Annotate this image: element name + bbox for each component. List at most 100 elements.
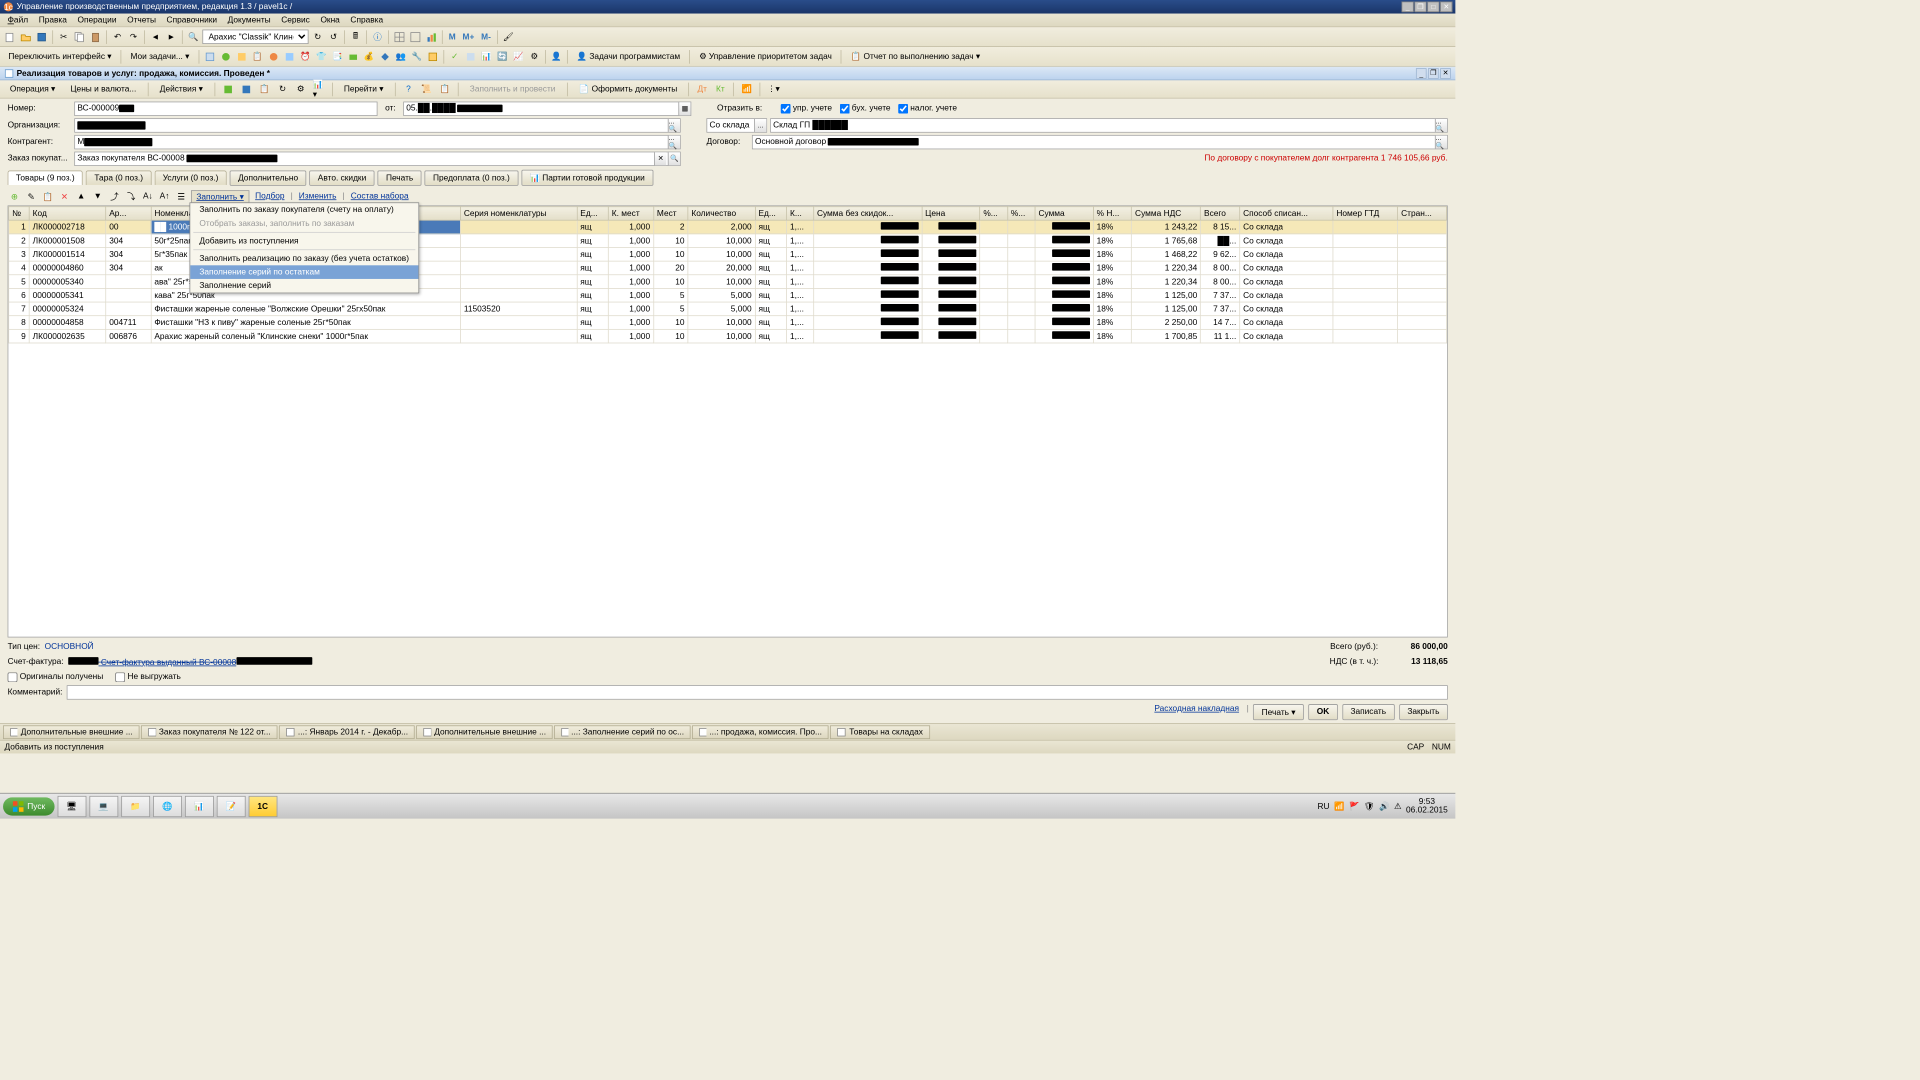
tab-prepay[interactable]: Предоплата (0 поз.) [425,170,518,185]
close-doc-button[interactable]: Закрыть [1399,704,1448,720]
prices-button[interactable]: Цены и валюта... [65,82,142,96]
tb-icon-8[interactable]: 👕 [314,50,328,64]
tb-icon-16[interactable] [464,50,478,64]
table-row[interactable]: 9ЛК000002635006876Арахис жареный соленый… [9,329,1447,343]
buh-checkbox[interactable]: бух. учете [840,103,891,113]
tab-extra[interactable]: Дополнительно [230,170,307,185]
open-doc-tab[interactable]: Заказ покупателя № 122 от... [141,725,277,739]
save-button[interactable]: Записать [1342,704,1394,720]
table-row[interactable]: 800000004858004711Фисташки "НЗ к пиву" ж… [9,316,1447,330]
tab-batch[interactable]: 📊 Партии готовой продукции [521,170,653,186]
qhelp-icon[interactable]: ? [402,82,416,96]
dropdown-item[interactable]: Заполнение серий по остаткам [190,265,418,279]
tb-icon-11[interactable]: 💰 [362,50,376,64]
prog-tasks-button[interactable]: 👤 Задачи программистам [571,49,685,63]
column-header[interactable]: Цена [922,207,980,221]
task-app-4[interactable]: 📊 [185,796,214,817]
tb-icon-3[interactable] [235,50,249,64]
open-doc-tab[interactable]: ...: Январь 2014 г. - Декабр... [279,725,415,739]
orig-checkbox[interactable]: Оригиналы получены [8,672,104,682]
column-header[interactable]: Код [29,207,106,221]
chart-icon[interactable] [424,30,438,44]
calendar-icon[interactable]: ▦ [678,102,690,115]
list-icon[interactable]: 📋 [438,82,452,96]
actions-button[interactable]: Действия ▾ [155,82,209,96]
dropdown-item[interactable]: Заполнение серий [190,279,418,293]
menu-edit[interactable]: Правка [34,15,71,26]
column-header[interactable]: Сумма без скидок... [814,207,922,221]
script-icon[interactable]: 📜 [420,82,434,96]
check-icon[interactable]: ✓ [448,50,462,64]
column-header[interactable]: Серия номенклатуры [460,207,576,221]
column-header[interactable]: Сумма [1035,207,1093,221]
copy-icon[interactable] [73,30,87,44]
edit-button[interactable]: Изменить [296,192,340,201]
moveup-icon[interactable]: ▲ [74,190,88,204]
warehouse-input[interactable]: Склад ГП ██████...🔍 [770,118,1448,132]
calc-icon[interactable]: 🖩 [349,30,363,44]
save-icon[interactable] [35,30,49,44]
column-header[interactable]: Мест [653,207,687,221]
tb-icon-18[interactable]: 🔄 [496,50,510,64]
open-doc-tab[interactable]: Товары на складах [830,725,929,739]
add-row-icon[interactable]: ⊕ [8,190,22,204]
undo-icon[interactable]: ↶ [111,30,125,44]
movedown-icon[interactable]: ▼ [91,190,105,204]
back-icon[interactable]: ◄ [149,30,163,44]
tab-services[interactable]: Услуги (0 поз.) [154,171,226,185]
search-combo[interactable]: Арахис "Classik" Клинск▾ [202,30,308,44]
column-header[interactable]: Всего [1201,207,1240,221]
tb-icon-9[interactable]: 📑 [330,50,344,64]
user-icon[interactable]: 👤 [549,50,563,64]
tb-icon-19[interactable]: 📈 [511,50,525,64]
ok-button[interactable]: OK [1308,704,1337,720]
config-icon[interactable]: ⚙ [294,82,308,96]
tb-icon-14[interactable]: 🔧 [410,50,424,64]
tb-icon-6[interactable] [283,50,297,64]
wh-select-icon[interactable]: ...🔍 [1435,119,1447,132]
menu-documents[interactable]: Документы [223,15,275,26]
tray-warn-icon[interactable]: ⚠ [1394,801,1401,811]
noexp-checkbox[interactable]: Не выгружать [115,672,181,682]
number-input[interactable]: ВС-000009 [74,101,377,115]
my-tasks-button[interactable]: Мои задачи... ▾ [125,49,194,63]
comment-input[interactable] [67,685,1448,699]
column-header[interactable]: Ар... [106,207,151,221]
copy-doc-icon[interactable]: 📋 [257,82,271,96]
menu-windows[interactable]: Окна [316,15,344,26]
column-header[interactable]: Номер ГТД [1333,207,1398,221]
task-app-3[interactable]: 🌐 [153,796,182,817]
m-button[interactable]: M [446,32,458,41]
goto-button[interactable]: Перейти ▾ [339,82,389,96]
sortaz-icon[interactable]: A↓ [141,190,155,204]
tb-icon-5[interactable] [267,50,281,64]
mminus-button[interactable]: M- [479,32,493,41]
open-icon[interactable] [19,30,33,44]
order-clear-icon[interactable]: ✕ [654,152,666,165]
menu-file[interactable]: Файл [3,15,33,26]
minimize-button[interactable]: _ [1402,2,1414,13]
contract-select-icon[interactable]: ...🔍 [1435,135,1447,148]
open-doc-tab[interactable]: ...: Заполнение серий по ос... [554,725,690,739]
tb-icon-1[interactable] [203,50,217,64]
operation-button[interactable]: Операция ▾ [5,82,61,96]
menu-help[interactable]: Справка [346,15,388,26]
date-input[interactable]: 05.██.████▦ [403,101,691,115]
counter-input[interactable]: М...🔍 [74,135,680,149]
filter-icon[interactable]: 📶 [740,82,754,96]
help-icon[interactable]: ⓘ [371,30,385,44]
doc-close-button[interactable]: ✕ [1440,68,1451,79]
save-doc-icon[interactable] [239,82,253,96]
close-button[interactable]: ✕ [1440,2,1452,13]
column-header[interactable]: К... [787,207,814,221]
open-doc-tab[interactable]: Дополнительные внешние ... [416,725,552,739]
dropdown-item[interactable]: Добавить из поступления [190,234,418,248]
column-header[interactable]: %... [1008,207,1036,221]
tb-icon-2[interactable] [219,50,233,64]
tray-sound-icon[interactable]: 🔊 [1379,801,1389,811]
column-header[interactable]: % Н... [1093,207,1131,221]
tray-flag-icon[interactable]: 🚩 [1349,801,1359,811]
new-icon[interactable] [3,30,17,44]
column-header[interactable]: Сумма НДС [1132,207,1201,221]
tray-net-icon[interactable]: 📶 [1334,801,1344,811]
